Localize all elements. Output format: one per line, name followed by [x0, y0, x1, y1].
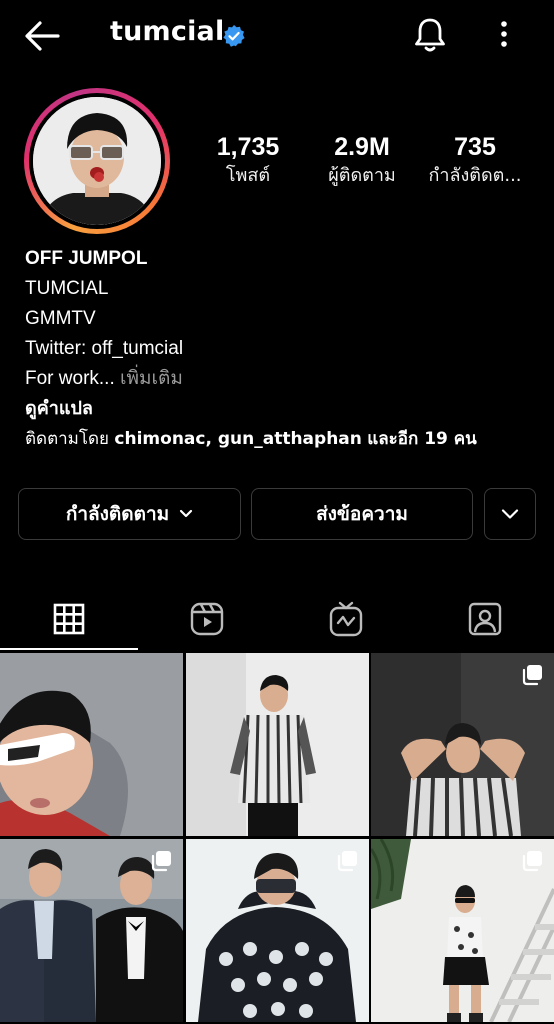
stat-following-label: กำลังติดต... [428, 165, 522, 186]
followed-by-suffix: และอีก 19 คน [367, 429, 477, 449]
more-vertical-icon[interactable] [494, 18, 514, 52]
followed-by-line[interactable]: ติดตามโดย chimonac, gun_atthaphan และอีก… [25, 424, 535, 454]
multiple-photos-icon [337, 851, 357, 872]
tab-reels[interactable] [138, 588, 276, 650]
stat-followers-label: ผู้ติดตาม [328, 165, 396, 186]
profile-display-name: OFF JUMPOL [25, 248, 148, 269]
tab-tagged[interactable] [416, 588, 554, 650]
post-thumbnail[interactable] [0, 653, 183, 836]
post-thumbnail[interactable] [186, 653, 369, 836]
bio-line: Twitter: off_tumcial [25, 338, 184, 359]
stat-followers[interactable]: 2.9M ผู้ติดตาม [316, 132, 408, 190]
profile-bio: OFF JUMPOL TUMCIAL GMMTV Twitter: off_tu… [25, 244, 535, 454]
stat-posts-count: 1,735 [216, 133, 280, 161]
bio-line: GMMTV [25, 308, 96, 329]
profile-username: tumcial [110, 16, 225, 47]
bell-icon[interactable] [412, 16, 448, 54]
tab-posts-grid[interactable] [0, 588, 138, 650]
followed-by-names: chimonac, gun_atthaphan [114, 429, 362, 449]
stat-followers-count: 2.9M [334, 133, 390, 161]
stat-following-count: 735 [454, 133, 496, 161]
suggested-accounts-button[interactable] [484, 488, 536, 540]
top-bar: tumcial [0, 0, 554, 72]
profile-avatar-story-ring[interactable] [24, 88, 170, 234]
bio-truncated-text: For work... [25, 368, 115, 389]
igtv-icon [329, 601, 363, 637]
message-button-label: ส่งข้อความ [316, 503, 408, 525]
avatar [33, 97, 161, 225]
back-arrow-icon[interactable] [22, 18, 62, 54]
chevron-down-icon [180, 509, 193, 518]
bio-line: TUMCIAL [25, 278, 109, 299]
stat-posts-label: โพสต์ [225, 165, 271, 186]
tab-igtv[interactable] [277, 588, 415, 650]
active-tab-indicator [0, 648, 138, 650]
grid-icon [53, 603, 85, 635]
multiple-photos-icon [522, 665, 542, 686]
following-button[interactable]: กำลังติดตาม [18, 488, 241, 540]
see-translation-link[interactable]: ดูคำแปล [25, 394, 535, 424]
verified-badge-icon [223, 25, 245, 47]
chevron-down-icon [501, 509, 519, 519]
bio-truncated-line: For work... เพิ่มเติม [25, 364, 535, 394]
multiple-photos-icon [522, 851, 542, 872]
following-button-label: กำลังติดตาม [65, 503, 170, 525]
post-thumbnail[interactable] [371, 653, 554, 836]
reels-icon [190, 602, 224, 636]
see-more-link[interactable]: เพิ่มเติม [120, 368, 183, 389]
post-thumbnail[interactable] [186, 839, 369, 1022]
followed-by-prefix: ติดตามโดย [25, 429, 110, 449]
stat-posts[interactable]: 1,735 โพสต์ [208, 132, 288, 190]
profile-tabs [0, 588, 554, 650]
post-thumbnail[interactable] [0, 839, 183, 1022]
stat-following[interactable]: 735 กำลังติดต... [420, 132, 530, 190]
message-button[interactable]: ส่งข้อความ [251, 488, 473, 540]
post-thumbnail[interactable] [371, 839, 554, 1022]
tagged-person-icon [468, 602, 502, 636]
multiple-photos-icon [151, 851, 171, 872]
